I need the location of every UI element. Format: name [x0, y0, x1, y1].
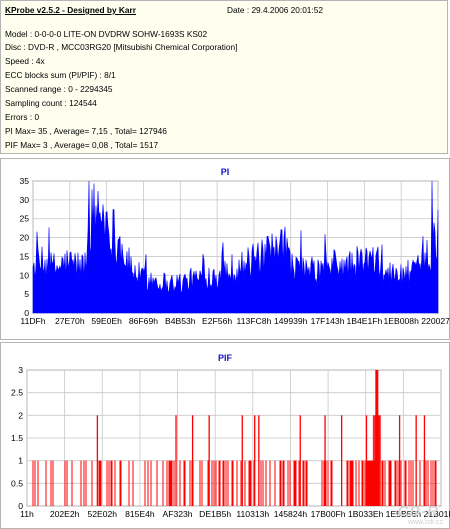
info-speed: Speed : 4x [5, 56, 45, 66]
x-tick-label: 17F143h [311, 316, 345, 326]
y-tick-label: 10 [19, 270, 29, 280]
x-tick-label: 113FC8h [237, 316, 272, 326]
pi-chart: 0510152025303511DFh 27E70h 59E0Eh 86F69h B4B… [19, 176, 450, 326]
x-tick-label: 220027h [421, 316, 450, 326]
info-disc: Disc : DVD-R , MCC03RG20 [Mitsubishi Che… [5, 42, 238, 52]
x-tick-label: 86F69h [129, 316, 158, 326]
x-tick-label: 149939h [274, 316, 308, 326]
x-tick-label: DE1B5h [199, 509, 231, 519]
x-tick-label: 1EB008h [383, 316, 419, 326]
y-tick-label: 20 [19, 233, 29, 243]
y-tick-label: 2 [18, 410, 23, 420]
y-tick-label: 3 [18, 365, 23, 375]
x-tick-label: 202E2h [50, 509, 80, 519]
x-tick-label: 27E70h [55, 316, 85, 326]
info-model: Model : 0-0-0-0 LITE-ON DVDRW SOHW-1693S… [5, 29, 208, 39]
pif-chart: 00.511.522.5311h 202E2h 52E02h 815E4h AF323h… [11, 365, 450, 519]
pi-chart-panel: PI 0 5 10 15 20 25 30 35 11DFh 27E70h 59E0Eh 86F69h… [0, 158, 450, 340]
y-tick-label: 0.5 [11, 478, 23, 488]
y-tick-label: 5 [24, 289, 29, 299]
x-tick-label: 17B00Fh [311, 509, 346, 519]
x-tick-label: B4B53h [165, 316, 196, 326]
x-tick-label: E2F56h [202, 316, 232, 326]
y-tick-label: 15 [19, 251, 29, 261]
x-tick-label: 815E4h [125, 509, 155, 519]
y-tick-label: 35 [19, 176, 29, 186]
watermark-logo: CD-R [397, 503, 439, 520]
info-ecc-blocks: ECC blocks sum (PI/PIF) : 8/1 [5, 70, 116, 80]
y-tick-label: 2.5 [11, 388, 23, 398]
x-tick-label: 145824h [274, 509, 308, 519]
pif-bar [372, 415, 381, 506]
x-tick-label: 1B033Eh [348, 509, 384, 519]
app-title: KProbe v2.5.2 - Designed by Karr [5, 5, 136, 15]
x-tick-label: 59E0Eh [91, 316, 122, 326]
y-tick-label: 1.5 [11, 433, 23, 443]
info-scanned-range: Scanned range : 0 - 2294345 [5, 84, 113, 94]
x-tick-label: AF323h [162, 509, 192, 519]
watermark-url: www.cdr.cz [407, 519, 443, 526]
scan-date: Date : 29.4.2006 20:01:52 [227, 5, 323, 15]
x-tick-label: 11DFh [20, 316, 45, 326]
info-errors: Errors : 0 [5, 112, 40, 122]
x-tick-label: 52E02h [87, 509, 117, 519]
y-tick-label: 25 [19, 214, 29, 224]
info-sampling-count: Sampling count : 124544 [5, 98, 97, 108]
pif-chart-panel: PIF 0 0.5 1 1.5 2 2.5 3 11h 202E2h 52E02h 815E4h AF… [0, 342, 450, 529]
x-tick-label: 1B4E1Fh [346, 316, 382, 326]
info-pif-summary: PIF Max= 3 , Average= 0,08 , Total= 1517 [5, 140, 159, 150]
x-tick-label: 110313h [236, 509, 269, 519]
y-tick-label: 1 [18, 456, 23, 466]
y-tick-label: 30 [19, 195, 29, 205]
info-pi-summary: PI Max= 35 , Average= 7,15 , Total= 1279… [5, 126, 167, 136]
x-tick-label: 11h [20, 509, 34, 519]
kprobe-info-panel: KProbe v2.5.2 - Designed by Karr Date : … [0, 0, 448, 154]
